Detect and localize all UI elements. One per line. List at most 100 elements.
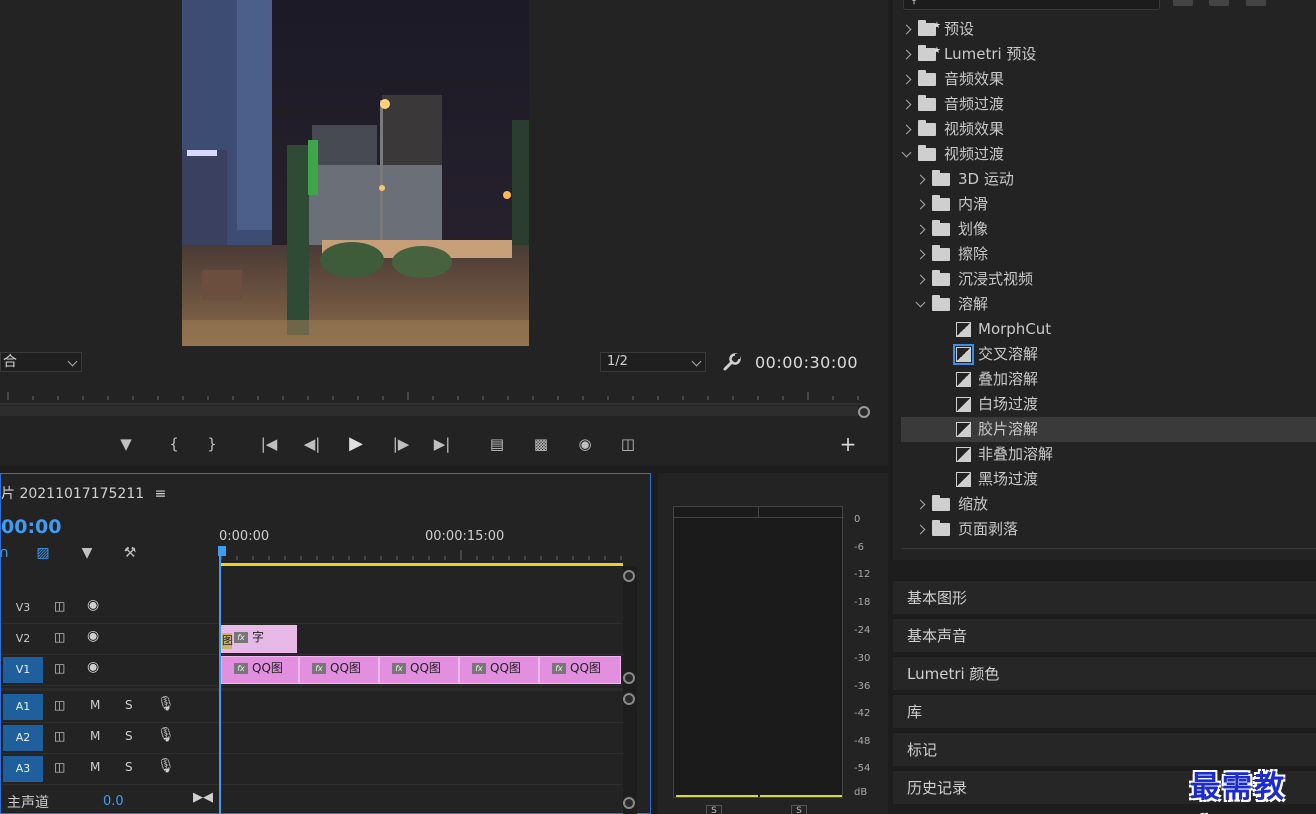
effects-item-transition[interactable]: 胶片溶解	[901, 417, 1316, 442]
scroll-knob-bottom[interactable]	[623, 797, 635, 809]
program-timecode[interactable]: 00:00:30:00	[755, 353, 858, 372]
go-to-edit-icon[interactable]: ▶◀	[193, 790, 213, 805]
track-label-v2[interactable]: V2	[3, 626, 43, 652]
export-frame-icon[interactable]: ◉	[571, 430, 599, 458]
video-clip[interactable]: fx QQ图	[221, 656, 299, 684]
effects-item-folder[interactable]: 内滑	[901, 192, 1316, 217]
scroll-knob[interactable]	[623, 672, 635, 684]
accelerated-effects-icon[interactable]	[1173, 0, 1193, 6]
effects-item-folder[interactable]: 视频过渡	[901, 142, 1316, 167]
button-editor-plus-icon[interactable]: +	[834, 430, 862, 458]
go-to-in-icon[interactable]: |◀	[255, 430, 283, 458]
effects-item-folder[interactable]: 缩放	[901, 492, 1316, 517]
chevron-right-icon[interactable]	[915, 499, 926, 510]
effects-item-folder[interactable]: ★ 预设	[901, 17, 1316, 42]
mark-in-icon[interactable]: {	[160, 430, 188, 458]
add-marker-icon[interactable]: ▼	[112, 430, 140, 458]
video-clip[interactable]: fx QQ图	[539, 656, 621, 684]
eye-icon[interactable]: ◉	[87, 659, 99, 675]
solo-button[interactable]: S	[125, 760, 133, 774]
effects-item-folder[interactable]: 划像	[901, 217, 1316, 242]
chevron-right-icon[interactable]	[915, 224, 926, 235]
effects-item-folder[interactable]: 音频过渡	[901, 92, 1316, 117]
filmstrip-icon[interactable]: ◫	[54, 630, 65, 644]
sequence-tab[interactable]: 片 20211017175211 ≡	[1, 483, 166, 503]
solo-button[interactable]: S	[125, 698, 133, 712]
sequence-timecode[interactable]: 00:00	[1, 516, 61, 538]
effects-item-transition[interactable]: 黑场过渡	[901, 467, 1316, 492]
compare-view-icon[interactable]: ◫	[614, 430, 642, 458]
effects-item-transition[interactable]: 白场过渡	[901, 392, 1316, 417]
chevron-right-icon[interactable]	[901, 99, 912, 110]
effects-item-folder[interactable]: 页面剥落	[901, 517, 1316, 542]
go-to-out-icon[interactable]: ▶|	[428, 430, 456, 458]
work-area-bar[interactable]	[221, 563, 623, 566]
playhead-line[interactable]	[219, 550, 221, 814]
solo-right-button[interactable]: S	[791, 805, 807, 814]
yuv-effects-icon[interactable]	[1246, 0, 1266, 6]
panel-essential-sound[interactable]: 基本声音	[893, 618, 1316, 652]
lift-icon[interactable]: ▤	[483, 430, 511, 458]
mute-button[interactable]: M	[90, 729, 100, 743]
resolution-dropdown[interactable]: 1/2	[600, 352, 706, 372]
chevron-right-icon[interactable]	[901, 24, 912, 35]
step-back-icon[interactable]: ◀|	[298, 430, 326, 458]
vertical-scrollbar[interactable]	[623, 566, 637, 814]
mute-button[interactable]: M	[90, 760, 100, 774]
32bit-effects-icon[interactable]	[1209, 0, 1229, 6]
chevron-right-icon[interactable]	[901, 49, 912, 60]
effects-item-folder[interactable]: 溶解	[901, 292, 1316, 317]
effects-item-folder[interactable]: 音频效果	[901, 67, 1316, 92]
effects-item-folder[interactable]: 沉浸式视频	[901, 267, 1316, 292]
chevron-right-icon[interactable]	[901, 74, 912, 85]
timeline-settings-icon[interactable]: ⚒	[119, 542, 141, 564]
track-label-v1[interactable]: V1	[3, 657, 43, 683]
snap-icon[interactable]: ∩	[0, 542, 15, 564]
panel-lumetri-color[interactable]: Lumetri 颜色	[893, 656, 1316, 690]
chevron-down-icon[interactable]	[901, 147, 912, 158]
track-label-a3[interactable]: A3	[3, 756, 43, 782]
extract-icon[interactable]: ▩	[527, 430, 555, 458]
video-preview[interactable]	[182, 0, 529, 346]
fit-dropdown[interactable]: 合	[0, 352, 82, 372]
track-label-v3[interactable]: V3	[3, 595, 43, 621]
track-label-a1[interactable]: A1	[3, 694, 43, 720]
add-marker-icon[interactable]: ▼	[76, 542, 98, 564]
scroll-knob-top[interactable]	[623, 570, 635, 582]
playhead-handle[interactable]	[218, 546, 226, 556]
video-clip[interactable]: fx QQ图	[379, 656, 459, 684]
track-label-a2[interactable]: A2	[3, 725, 43, 751]
video-clip[interactable]: fx QQ图	[459, 656, 539, 684]
mute-button[interactable]: M	[90, 698, 100, 712]
effects-item-transition[interactable]: 叠加溶解	[901, 367, 1316, 392]
chevron-down-icon[interactable]	[915, 297, 926, 308]
effects-item-transition[interactable]: 交叉溶解	[901, 342, 1316, 367]
effects-item-folder[interactable]: 视频效果	[901, 117, 1316, 142]
effects-item-transition[interactable]: MorphCut	[901, 317, 1316, 342]
eye-icon[interactable]: ◉	[87, 597, 99, 613]
effects-item-folder[interactable]: ★ Lumetri 预设	[901, 42, 1316, 67]
scroll-knob[interactable]	[623, 693, 635, 705]
panel-libraries[interactable]: 库	[893, 694, 1316, 728]
monitor-time-ruler[interactable]	[0, 386, 870, 418]
timeline-ruler[interactable]: 0:00:00 00:00:15:00	[219, 524, 629, 566]
video-clip[interactable]: fx QQ图	[299, 656, 379, 684]
chevron-right-icon[interactable]	[915, 274, 926, 285]
chevron-right-icon[interactable]	[915, 199, 926, 210]
filmstrip-icon[interactable]: ◫	[54, 698, 65, 712]
title-clip-stub[interactable]: 图	[221, 632, 233, 650]
effects-item-transition[interactable]: 非叠加溶解	[901, 442, 1316, 467]
microphone-icon[interactable]: 🎙	[157, 696, 175, 712]
solo-left-button[interactable]: S	[706, 805, 722, 814]
effects-search-input[interactable]: ⚲	[903, 0, 1160, 10]
filmstrip-icon[interactable]: ◫	[54, 729, 65, 743]
mark-out-icon[interactable]: }	[198, 430, 226, 458]
step-forward-icon[interactable]: |▶	[387, 430, 415, 458]
chevron-right-icon[interactable]	[901, 124, 912, 135]
chevron-right-icon[interactable]	[915, 249, 926, 260]
effects-item-folder[interactable]: 3D 运动	[901, 167, 1316, 192]
panel-menu-icon[interactable]: ≡	[155, 486, 167, 502]
filmstrip-icon[interactable]: ◫	[54, 661, 65, 675]
microphone-icon[interactable]: 🎙	[157, 758, 175, 774]
chevron-right-icon[interactable]	[915, 174, 926, 185]
